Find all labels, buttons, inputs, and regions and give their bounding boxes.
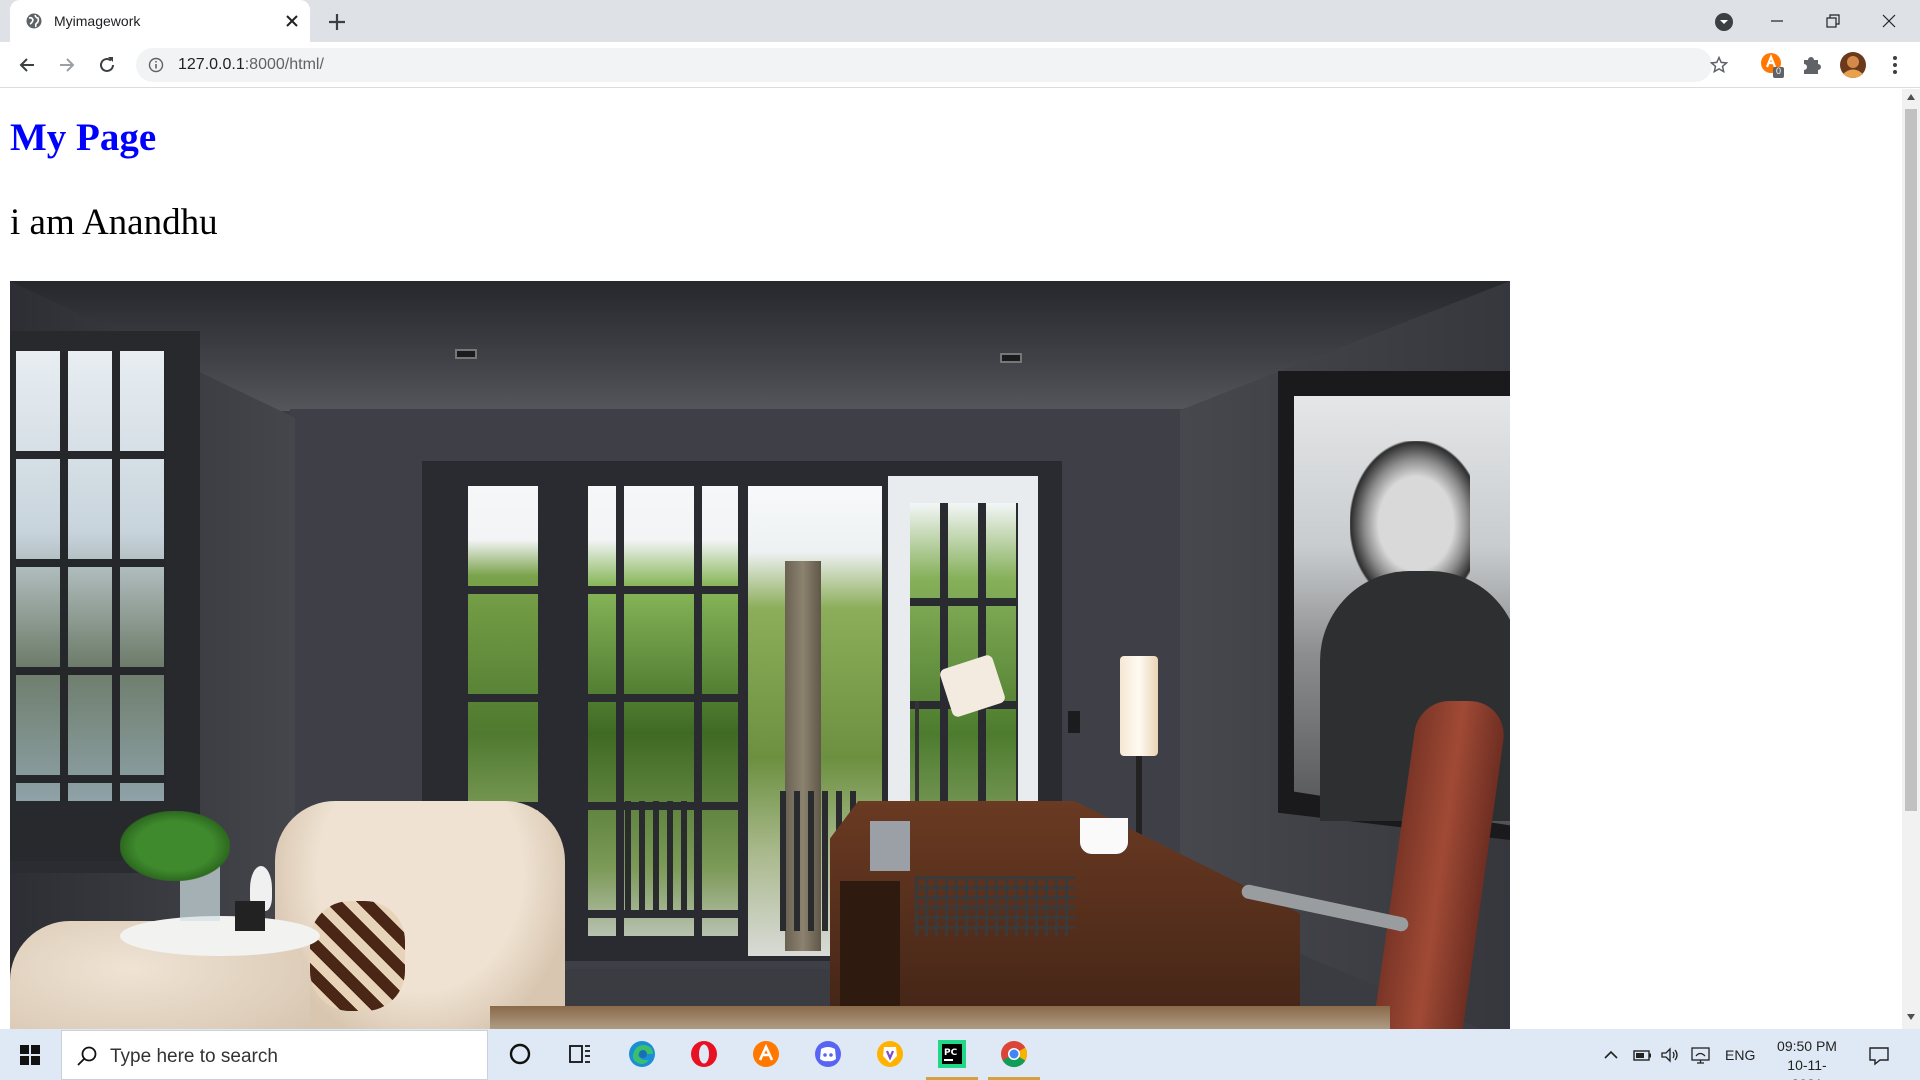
cortana-icon	[509, 1043, 531, 1065]
tray-network[interactable]	[1688, 1029, 1714, 1080]
forward-icon	[60, 58, 75, 72]
search-placeholder: Type here to search	[110, 1046, 278, 1067]
star-icon[interactable]	[1710, 56, 1728, 74]
profile-avatar[interactable]	[1838, 50, 1868, 80]
clock-date: 10-11-2021	[1787, 1057, 1827, 1080]
chrome-button[interactable]	[984, 1029, 1044, 1080]
avast-extension-icon	[1761, 53, 1784, 78]
browser-titlebar: Myimagework	[0, 0, 1920, 42]
browser-toolbar: 127.0.0.1:8000/html/ 0	[0, 42, 1920, 88]
avast-icon	[753, 1041, 779, 1067]
pycharm-icon: PC	[938, 1040, 966, 1068]
windows-taskbar: Type here to search PC ENG 09:50 PM 10-1…	[0, 1029, 1920, 1080]
minimize-button[interactable]	[1754, 0, 1800, 42]
url-host: 127.0.0.1	[178, 56, 245, 73]
close-icon	[1882, 14, 1896, 28]
network-icon	[1691, 1047, 1710, 1064]
tab-search-button[interactable]	[1700, 0, 1746, 42]
tray-battery[interactable]	[1630, 1029, 1654, 1080]
notification-icon	[1869, 1047, 1889, 1066]
page-scrollbar[interactable]	[1902, 89, 1920, 1029]
page-heading: My Page	[10, 116, 157, 159]
clock-time: 09:50 PM	[1777, 1038, 1837, 1054]
scroll-up-icon[interactable]	[1907, 94, 1915, 100]
extension-badge: 0	[1776, 66, 1782, 76]
office-photo	[10, 281, 1510, 1029]
tray-chevron[interactable]	[1600, 1029, 1624, 1080]
brave-icon	[877, 1041, 903, 1067]
windows-logo-icon	[20, 1045, 40, 1065]
restore-button[interactable]	[1810, 0, 1856, 42]
clock[interactable]: 09:50 PM 10-11-2021	[1774, 1037, 1840, 1080]
extensions-button[interactable]	[1797, 50, 1827, 80]
extension-avast-button[interactable]: 0	[1758, 50, 1788, 80]
edge-icon	[629, 1041, 655, 1067]
chevron-up-icon	[1604, 1050, 1618, 1059]
battery-icon	[1633, 1050, 1651, 1061]
back-button[interactable]	[12, 50, 42, 80]
menu-button[interactable]	[1880, 50, 1910, 80]
chevron-down-circle-icon	[1715, 13, 1733, 31]
reload-button[interactable]	[92, 50, 122, 80]
brave-button[interactable]	[860, 1029, 920, 1080]
restore-icon	[1826, 14, 1840, 28]
volume-icon	[1661, 1047, 1678, 1063]
notification-button[interactable]	[1864, 1029, 1894, 1080]
edge-button[interactable]	[612, 1029, 672, 1080]
back-icon	[19, 58, 34, 72]
opera-icon	[691, 1041, 717, 1067]
window-close-button[interactable]	[1866, 0, 1912, 42]
task-view-icon	[569, 1045, 590, 1063]
minimize-icon	[1771, 20, 1783, 22]
close-icon[interactable]	[280, 9, 304, 33]
avast-button[interactable]	[736, 1029, 796, 1080]
pycharm-button[interactable]: PC	[922, 1029, 982, 1080]
url-text[interactable]: 127.0.0.1:8000/html/	[178, 56, 324, 74]
kebab-menu-icon	[1893, 56, 1897, 74]
scroll-down-icon[interactable]	[1907, 1014, 1915, 1020]
opera-button[interactable]	[674, 1029, 734, 1080]
reload-icon	[100, 57, 114, 72]
tray-volume[interactable]	[1658, 1029, 1682, 1080]
chrome-icon	[1001, 1041, 1028, 1068]
url-path: :8000/html/	[244, 56, 324, 73]
avatar-icon	[1840, 52, 1866, 78]
search-icon	[77, 1046, 97, 1066]
puzzle-icon	[1804, 57, 1821, 74]
page-text: i am Anandhu	[10, 202, 218, 243]
tab-title: Myimagework	[54, 13, 141, 29]
language-indicator[interactable]: ENG	[1725, 1047, 1755, 1063]
browser-tab[interactable]: Myimagework	[10, 0, 310, 42]
taskbar-search[interactable]: Type here to search	[61, 1030, 488, 1080]
page-viewport: My Page i am Anandhu	[0, 89, 1902, 1029]
discord-icon	[815, 1041, 841, 1067]
start-button[interactable]	[0, 1029, 60, 1080]
plus-icon[interactable]	[324, 9, 350, 35]
discord-button[interactable]	[798, 1029, 858, 1080]
globe-icon	[26, 13, 42, 29]
info-icon[interactable]	[148, 57, 164, 73]
forward-button[interactable]	[52, 50, 82, 80]
task-view-button[interactable]	[550, 1029, 610, 1080]
svg-text:PC: PC	[944, 1048, 958, 1058]
cortana-button[interactable]	[490, 1029, 550, 1080]
scroll-thumb[interactable]	[1905, 109, 1917, 811]
address-bar[interactable]: 127.0.0.1:8000/html/	[136, 48, 1728, 82]
